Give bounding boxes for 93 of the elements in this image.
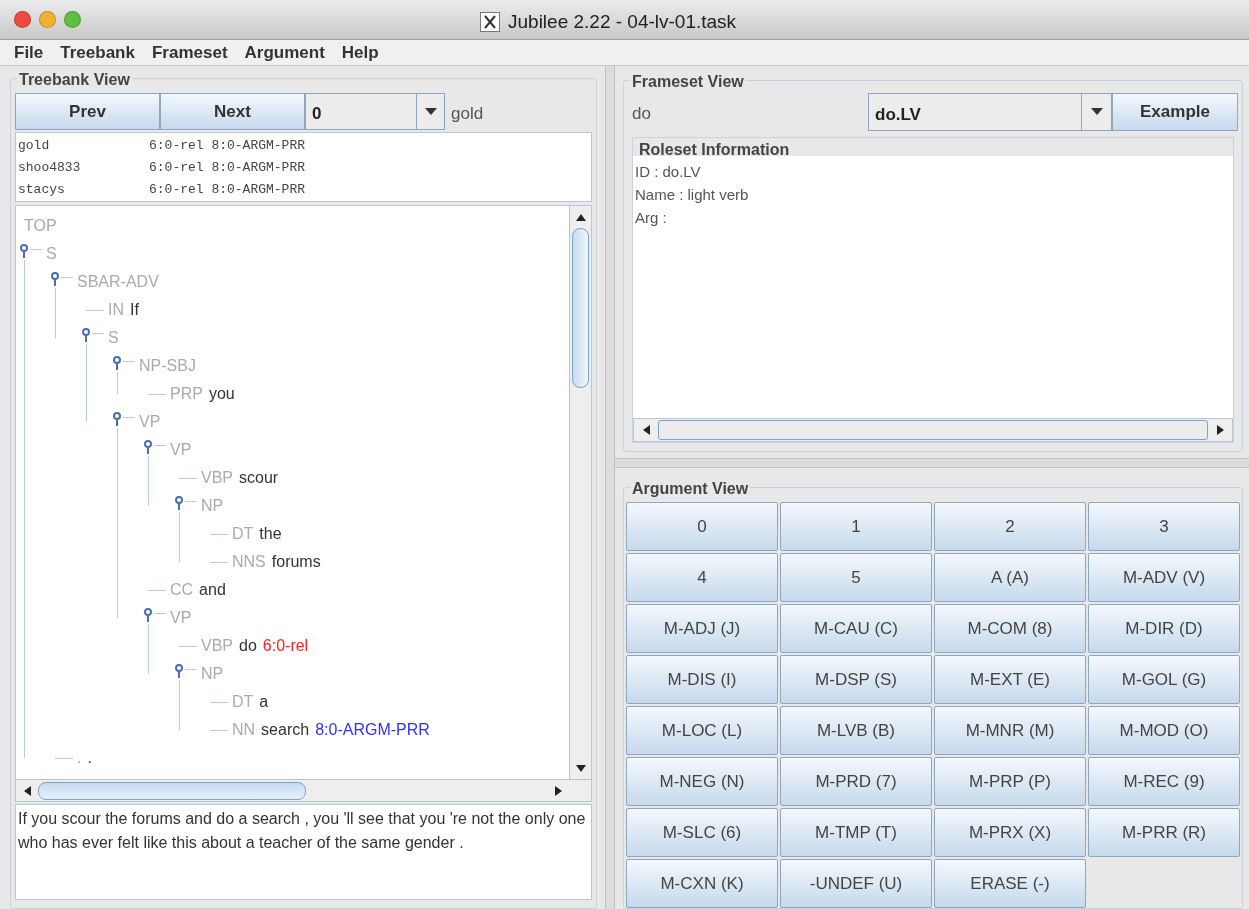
annotator-name[interactable]: gold bbox=[18, 136, 149, 156]
argument-button[interactable]: M-PRX (X) bbox=[934, 808, 1086, 857]
menu-item[interactable]: Frameset bbox=[151, 39, 228, 66]
horizontal-scrollbar[interactable] bbox=[633, 418, 1233, 443]
node-word: forums bbox=[271, 552, 321, 572]
info-line: ID : do.LV bbox=[635, 162, 702, 182]
menu-item[interactable]: File bbox=[14, 39, 44, 66]
next-button[interactable]: Next bbox=[160, 93, 305, 130]
scroll-left-icon[interactable] bbox=[23, 785, 31, 796]
menu-item[interactable]: Help bbox=[341, 39, 379, 66]
expand-handle-icon[interactable] bbox=[81, 328, 91, 344]
dropdown-arrow-icon bbox=[424, 107, 437, 116]
argument-button[interactable]: M-TMP (T) bbox=[780, 808, 932, 857]
argument-button[interactable]: M-GOL (G) bbox=[1088, 655, 1240, 704]
expand-handle-icon[interactable] bbox=[143, 608, 153, 624]
argument-button[interactable]: 0 bbox=[626, 502, 778, 551]
info-line: Name : light verb bbox=[635, 185, 750, 205]
argument-button[interactable]: M-COM (8) bbox=[934, 604, 1086, 653]
argument-button[interactable]: M-DIR (D) bbox=[1088, 604, 1240, 653]
node-word: do bbox=[239, 636, 257, 656]
annotation-labels[interactable]: 6:0-rel 8:0-ARGM-PRR bbox=[149, 158, 306, 178]
index-dropdown[interactable]: 0 bbox=[305, 93, 445, 130]
argument-button[interactable]: M-LOC (L) bbox=[626, 706, 778, 755]
scroll-up-icon[interactable] bbox=[575, 213, 586, 221]
node-word: scour bbox=[239, 468, 279, 488]
argument-button[interactable]: 1 bbox=[780, 502, 932, 551]
node-word: the bbox=[259, 524, 282, 544]
argument-button[interactable]: M-DSP (S) bbox=[780, 655, 932, 704]
node-word: . bbox=[87, 748, 92, 768]
expand-handle-icon[interactable] bbox=[50, 272, 60, 288]
annotator-name[interactable]: shoo4833 bbox=[18, 158, 149, 178]
argument-button[interactable]: 3 bbox=[1088, 502, 1240, 551]
node-word: If bbox=[130, 300, 139, 320]
argument-tag: 6:0-rel bbox=[262, 634, 309, 658]
argument-button[interactable]: M-NEG (N) bbox=[626, 757, 778, 806]
argument-button[interactable]: M-CXN (K) bbox=[626, 859, 778, 908]
menu-item[interactable]: Argument bbox=[244, 39, 325, 66]
argument-button[interactable]: M-PRR (R) bbox=[1088, 808, 1240, 857]
vertical-scrollbar[interactable] bbox=[569, 206, 591, 779]
zoom-button[interactable] bbox=[64, 11, 81, 28]
sentence-text: If you scour the forums and do a search , you 'll see that you 're not the only one who has ever felt like this about a teacher of the same gender . bbox=[15, 804, 592, 900]
x11-app-icon bbox=[480, 12, 500, 33]
annotation-labels[interactable]: 6:0-rel 8:0-ARGM-PRR bbox=[149, 136, 306, 156]
roleset-dropdown[interactable]: do.LV bbox=[868, 93, 1112, 131]
scroll-right-icon[interactable] bbox=[554, 785, 562, 796]
scroll-right-icon[interactable] bbox=[1216, 425, 1224, 436]
node-word: search bbox=[261, 720, 310, 740]
argument-button[interactable]: M-SLC (6) bbox=[626, 808, 778, 857]
annotator-label: gold bbox=[450, 103, 484, 125]
argument-button[interactable]: 5 bbox=[780, 553, 932, 602]
annotation-labels[interactable]: 6:0-rel 8:0-ARGM-PRR bbox=[149, 180, 306, 200]
argument-button[interactable]: M-PRP (P) bbox=[934, 757, 1086, 806]
dropdown-arrow-icon bbox=[1090, 108, 1103, 116]
annotator-name[interactable]: stacys bbox=[18, 180, 149, 200]
argument-button[interactable]: -UNDEF (U) bbox=[780, 859, 932, 908]
argument-button[interactable]: 4 bbox=[626, 553, 778, 602]
close-button[interactable] bbox=[14, 11, 31, 28]
argument-button[interactable]: M-ADV (V) bbox=[1088, 553, 1240, 602]
node-word: a bbox=[259, 692, 269, 712]
argument-button[interactable]: M-CAU (C) bbox=[780, 604, 932, 653]
expand-handle-icon[interactable] bbox=[19, 244, 29, 260]
argument-button[interactable]: M-REC (9) bbox=[1088, 757, 1240, 806]
window-title: Jubilee 2.22 - 04-lv-01.task bbox=[508, 10, 737, 34]
horizontal-scrollbar[interactable] bbox=[16, 779, 591, 801]
lemma-label: do bbox=[631, 103, 652, 125]
argument-button[interactable]: M-LVB (B) bbox=[780, 706, 932, 755]
expand-handle-icon[interactable] bbox=[112, 412, 122, 428]
expand-handle-icon[interactable] bbox=[174, 496, 184, 512]
argument-button[interactable]: M-MOD (O) bbox=[1088, 706, 1240, 755]
scroll-down-icon[interactable] bbox=[575, 764, 586, 772]
argument-button[interactable]: M-DIS (I) bbox=[626, 655, 778, 704]
scroll-thumb[interactable] bbox=[572, 228, 589, 388]
node-word: you bbox=[208, 384, 235, 404]
scroll-thumb[interactable] bbox=[658, 420, 1208, 441]
info-line: Arg : bbox=[635, 208, 668, 228]
argument-tag: 8:0-ARGM-PRR bbox=[315, 718, 430, 742]
expand-handle-icon[interactable] bbox=[174, 664, 184, 680]
argument-button[interactable]: M-EXT (E) bbox=[934, 655, 1086, 704]
scroll-left-icon[interactable] bbox=[642, 425, 650, 436]
group-title: Roleset Information bbox=[639, 140, 790, 160]
argument-button[interactable]: ERASE (-) bbox=[934, 859, 1086, 908]
argument-button[interactable]: M-PRD (7) bbox=[780, 757, 932, 806]
expand-handle-icon[interactable] bbox=[143, 440, 153, 456]
expand-handle-icon[interactable] bbox=[112, 356, 122, 372]
argument-button[interactable]: 2 bbox=[934, 502, 1086, 551]
argument-button[interactable]: A (A) bbox=[934, 553, 1086, 602]
scroll-thumb[interactable] bbox=[38, 781, 306, 800]
example-button[interactable]: Example bbox=[1112, 93, 1238, 131]
node-word: and bbox=[199, 580, 226, 600]
prev-button[interactable]: Prev bbox=[15, 93, 160, 130]
argument-button[interactable]: M-MNR (M) bbox=[934, 706, 1086, 755]
menu-item[interactable]: Treebank bbox=[60, 39, 135, 66]
argument-button[interactable]: M-ADJ (J) bbox=[626, 604, 778, 653]
